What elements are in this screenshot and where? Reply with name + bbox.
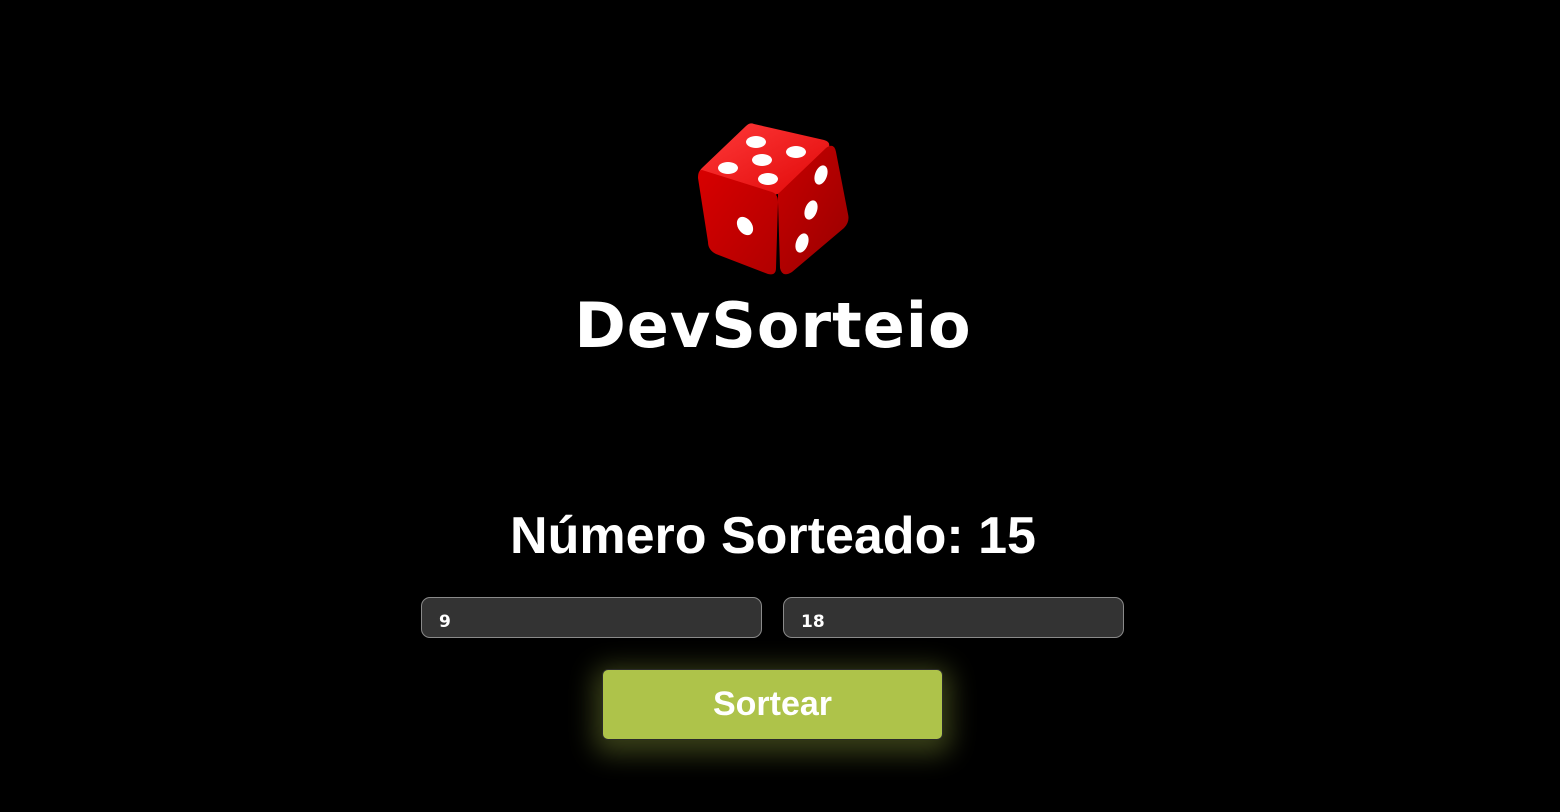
app-title: DevSorteio <box>574 289 972 362</box>
draw-button[interactable]: Sortear <box>602 669 943 740</box>
min-number-input[interactable] <box>421 597 762 638</box>
dice-icon <box>692 118 856 278</box>
max-number-input[interactable] <box>783 597 1124 638</box>
drawn-number-label: Número Sorteado: 15 <box>510 507 1036 565</box>
